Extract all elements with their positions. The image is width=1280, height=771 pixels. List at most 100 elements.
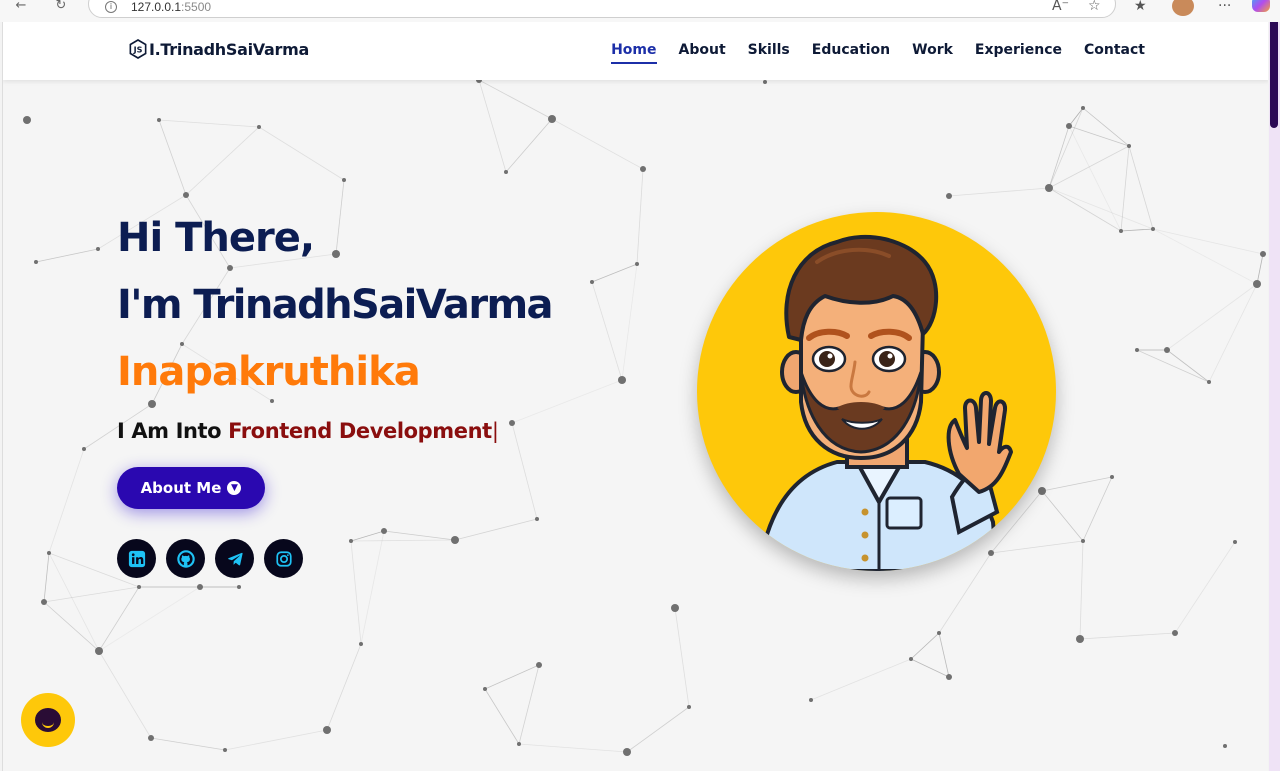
particle-dot [1076,635,1084,643]
particle-dot [517,742,521,746]
linkedin-button[interactable] [117,539,156,578]
particle-dot [257,125,261,129]
scrollbar-thumb[interactable] [1270,22,1278,128]
nav-education[interactable]: Education [812,42,890,64]
particle-dot [95,647,103,655]
particle-link [98,586,140,652]
particle-link [43,601,100,652]
particle-dot [509,420,515,426]
particle-dot [180,342,184,346]
particle-dot [1045,184,1053,192]
particle-link [48,552,100,652]
address-bar[interactable]: i 127.0.0.1:5500 [88,0,1116,18]
instagram-button[interactable] [264,539,303,578]
particle-dot [623,748,631,756]
browser-toolbar: ← ↻ i 127.0.0.1:5500 A⁻ ☆ ★ ··· [0,0,1280,22]
particle-dot [590,280,594,284]
reload-icon[interactable]: ↻ [52,0,70,14]
github-button[interactable] [166,539,205,578]
particle-dot [1066,123,1072,129]
particle-link [43,552,50,603]
profile-avatar-image [697,212,1056,571]
particle-link [518,664,540,745]
particle-link [910,658,950,678]
read-aloud-icon[interactable]: A⁻ [1052,0,1069,14]
scrollbar-track[interactable] [1269,22,1280,771]
particle-link [621,263,638,381]
linkedin-icon [128,550,145,567]
particle-link [1152,228,1258,285]
particle-dot [548,115,556,123]
particle-link [360,530,385,645]
particle-dot [47,551,51,555]
tagline-typed-text: Frontend Development [228,419,492,443]
particle-link [511,422,538,520]
particle-dot [1260,251,1266,257]
hero-tagline: I Am Into Frontend Development| [117,419,499,443]
nav-about[interactable]: About [679,42,726,64]
particle-dot [227,265,233,271]
nav-contact[interactable]: Contact [1084,42,1145,64]
nav-work[interactable]: Work [912,42,953,64]
particle-link [185,126,260,196]
particle-link [511,379,623,424]
particle-link [326,643,362,731]
more-icon[interactable]: ··· [1218,0,1231,14]
particle-dot [937,631,941,635]
collections-icon[interactable]: ★ [1134,0,1147,14]
svg-text:JS: JS [133,45,143,55]
particle-dot [197,584,203,590]
particle-link [484,688,520,745]
particle-dot [763,80,767,84]
particle-dot [536,662,542,668]
social-links [117,539,303,578]
particle-network-background [23,77,1266,756]
github-icon [176,549,195,568]
particle-link [938,632,950,678]
copilot-icon[interactable] [1252,0,1270,12]
hero-name: I'm TrinadhSaiVarma [117,282,554,328]
particle-link [1079,632,1176,640]
nav-experience[interactable]: Experience [975,42,1062,64]
particle-dot [1119,229,1123,233]
profile-avatar[interactable] [1172,0,1194,16]
particle-dot [1110,475,1114,479]
particle-link [478,79,507,173]
info-icon[interactable]: i [105,1,117,13]
nav-skills[interactable]: Skills [748,42,790,64]
particle-link [1082,107,1130,147]
hero-greeting: Hi There, [117,215,315,261]
particle-dot [1081,539,1085,543]
about-me-button[interactable]: About Me ▼ [117,467,265,509]
particle-link [518,743,628,753]
particle-dot [504,170,508,174]
particle-dot [82,447,86,451]
particle-link [1068,107,1084,127]
particle-dot [323,726,331,734]
hero-surname: Inapakruthika [117,349,421,395]
back-arrow-icon[interactable]: ← [12,0,30,14]
particle-dot [148,735,154,741]
particle-link [158,119,260,128]
particle-dot [1164,347,1170,353]
particle-dot [671,604,679,612]
cartoon-avatar-waving [756,234,1013,571]
particle-link [48,448,85,554]
particle-dot [1172,630,1178,636]
particle-link [478,79,553,120]
particle-link [224,729,328,751]
particle-link [258,126,345,181]
particle-dot [635,262,639,266]
telegram-button[interactable] [215,539,254,578]
particle-link [810,658,912,701]
particle-link [1152,228,1264,255]
particle-link [626,706,690,753]
particle-dot [381,528,387,534]
star-icon[interactable]: ☆ [1088,0,1101,14]
logo[interactable]: JS I.TrinadhSaiVarma [129,39,309,59]
particle-dot [687,705,691,709]
particle-link [1120,228,1154,232]
nav-home[interactable]: Home [611,42,657,64]
particle-link [505,118,553,173]
chat-widget-button[interactable] [21,693,75,747]
